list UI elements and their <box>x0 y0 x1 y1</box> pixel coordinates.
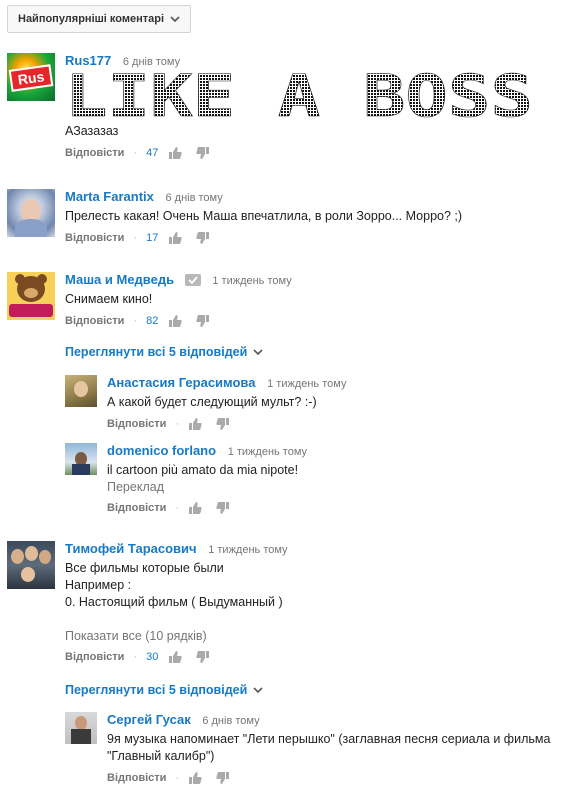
like-a-boss-image: LIKE A BOSS <box>65 72 535 120</box>
reply-button[interactable]: Відповісти <box>65 147 124 159</box>
separator-dot: · <box>133 147 138 159</box>
comment-text-line: Все фильмы которые были <box>65 561 224 575</box>
like-count: 47 <box>146 147 159 159</box>
translate-link[interactable]: Переклад <box>107 480 570 494</box>
comment-time[interactable]: 1 тиждень тому <box>228 446 307 458</box>
show-replies-link[interactable]: Переглянути всі 5 відповідей <box>65 683 263 697</box>
comment-time[interactable]: 6 днів тому <box>123 56 180 68</box>
separator-dot: · <box>133 315 138 327</box>
thumbs-up-icon[interactable] <box>168 231 183 245</box>
reply-button[interactable]: Відповісти <box>107 502 166 514</box>
reply-comment: Анастасия Герасимова 1 тиждень тому А ка… <box>65 375 570 430</box>
comment-text: il cartoon più amato da mia nipote! <box>107 463 299 477</box>
comment-text-line: "Главный калибр") <box>107 749 215 763</box>
thumbs-up-icon[interactable] <box>168 314 183 328</box>
avatar[interactable] <box>65 712 97 744</box>
reply-button[interactable]: Відповісти <box>65 651 124 663</box>
comment-time[interactable]: 1 тиждень тому <box>212 275 291 287</box>
reply-button[interactable]: Відповісти <box>107 772 166 784</box>
avatar-label: Rus <box>8 64 54 92</box>
comment-author[interactable]: Маша и Медведь <box>65 272 174 287</box>
avatar[interactable] <box>65 375 97 407</box>
separator-dot: · <box>175 502 180 514</box>
comment: Маша и Медведь 1 тиждень тому Снимаем ки… <box>7 272 570 332</box>
reply-button[interactable]: Відповісти <box>65 315 124 327</box>
thumbs-down-icon[interactable] <box>216 771 230 785</box>
comment-text-line: 0. Настоящий фильм ( Выдуманный ) <box>65 595 283 609</box>
verified-check-icon <box>184 274 201 286</box>
thumbs-down-icon[interactable] <box>196 314 210 328</box>
thumbs-up-icon[interactable] <box>168 146 183 160</box>
comment: Rus Rus177 6 днів тому LIKE A BOSS АЗаза… <box>7 53 570 163</box>
comment-text-line: Например : <box>65 578 132 592</box>
sort-label: Найпопулярніші коментарі <box>18 13 165 25</box>
comment: Marta Farantix 6 днів тому Прелесть кака… <box>7 189 570 249</box>
comment-time[interactable]: 6 днів тому <box>202 715 259 727</box>
comment-author[interactable]: Тимофей Тарасович <box>65 541 197 556</box>
comment-text: Снимаем кино! <box>65 292 153 306</box>
show-all-lines-link[interactable]: Показати все (10 рядків) <box>65 629 570 643</box>
comment-time[interactable]: 6 днів тому <box>166 192 223 204</box>
thumbs-down-icon[interactable] <box>216 417 230 431</box>
comment-author[interactable]: Сергей Гусак <box>107 712 191 727</box>
comment-author[interactable]: Marta Farantix <box>65 189 154 204</box>
comment-author[interactable]: Rus177 <box>65 53 111 68</box>
thumbs-up-icon[interactable] <box>168 650 183 664</box>
like-count: 30 <box>146 651 159 663</box>
chevron-down-icon <box>253 349 263 356</box>
chevron-down-icon <box>253 687 263 694</box>
like-count: 17 <box>146 232 159 244</box>
comment-text: А какой будет следующий мульт? :-) <box>107 395 317 409</box>
like-a-boss-text: LIKE A BOSS <box>65 72 533 120</box>
thumbs-up-icon[interactable] <box>188 501 202 515</box>
comment-text: АЗазазаз <box>65 124 119 138</box>
thumbs-down-icon[interactable] <box>216 501 230 515</box>
comment-time[interactable]: 1 тиждень тому <box>208 544 287 556</box>
thumbs-up-icon[interactable] <box>188 771 202 785</box>
comment-text-line: 9я музыка напоминает "Лети перышко" (заг… <box>107 732 551 746</box>
separator-dot: · <box>133 651 138 663</box>
separator-dot: · <box>175 418 180 430</box>
reply-comment: domenico forlano 1 тиждень тому il carto… <box>65 443 570 515</box>
show-replies-link[interactable]: Переглянути всі 5 відповідей <box>65 345 263 359</box>
avatar[interactable] <box>65 443 97 475</box>
comment-author[interactable]: domenico forlano <box>107 443 216 458</box>
show-replies-label: Переглянути всі 5 відповідей <box>65 683 248 697</box>
thumbs-up-icon[interactable] <box>188 417 202 431</box>
reply-button[interactable]: Відповісти <box>65 232 124 244</box>
comment: Тимофей Тарасович 1 тиждень тому Все фил… <box>7 541 570 671</box>
thumbs-down-icon[interactable] <box>196 231 210 245</box>
sort-dropdown[interactable]: Найпопулярніші коментарі <box>7 5 192 33</box>
like-count: 82 <box>146 315 159 327</box>
show-replies-label: Переглянути всі 5 відповідей <box>65 345 248 359</box>
thumbs-down-icon[interactable] <box>196 146 210 160</box>
avatar[interactable] <box>7 541 55 589</box>
avatar[interactable] <box>7 272 55 320</box>
separator-dot: · <box>133 232 138 244</box>
avatar[interactable] <box>7 189 55 237</box>
separator-dot: · <box>175 772 180 784</box>
comment-text: Прелесть какая! Очень Маша впечатлила, в… <box>65 209 463 223</box>
reply-comment: Сергей Гусак 6 днів тому 9я музыка напом… <box>65 712 570 784</box>
comment-time[interactable]: 1 тиждень тому <box>267 378 346 390</box>
comment-author[interactable]: Анастасия Герасимова <box>107 375 255 390</box>
thumbs-down-icon[interactable] <box>196 650 210 664</box>
reply-button[interactable]: Відповісти <box>107 418 166 430</box>
avatar[interactable]: Rus <box>7 53 55 101</box>
chevron-down-icon <box>170 16 180 23</box>
